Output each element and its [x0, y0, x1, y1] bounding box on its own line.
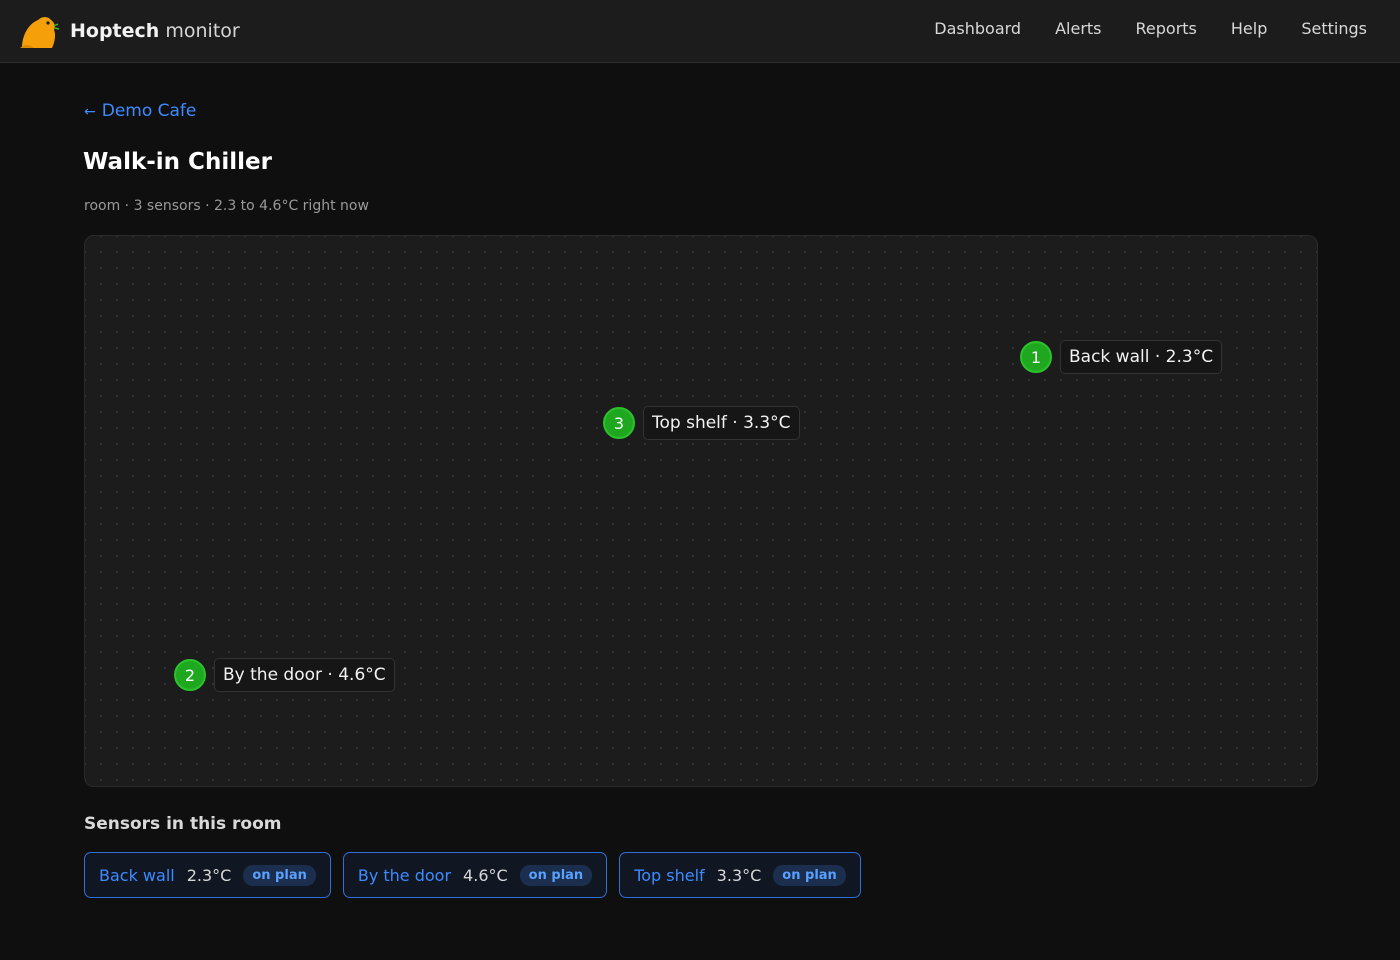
marker-label: By the door · 4.6°C	[214, 658, 395, 692]
marker-number-badge: 3	[603, 407, 635, 439]
beaver-icon	[18, 12, 60, 50]
nav-settings[interactable]: Settings	[1301, 19, 1367, 38]
page-subtitle: room · 3 sensors · 2.3 to 4.6°C right no…	[84, 198, 369, 214]
sensor-chip-by-the-door[interactable]: By the door 4.6°C on plan	[342, 852, 608, 898]
nav-help[interactable]: Help	[1231, 19, 1267, 38]
page-title: Walk-in Chiller	[83, 149, 272, 175]
nav-alerts[interactable]: Alerts	[1055, 19, 1101, 38]
marker-number-badge: 1	[1020, 341, 1052, 373]
top-bar: Hoptech monitor Dashboard Alerts Reports…	[0, 0, 1400, 63]
back-link-label: Demo Cafe	[101, 101, 197, 121]
sensor-chip-temp: 2.3°C	[186, 865, 232, 885]
sensors-section-title: Sensors in this room	[84, 814, 282, 834]
back-link-demo-cafe[interactable]: ← Demo Cafe	[84, 101, 196, 121]
main-nav: Dashboard Alerts Reports Help Settings	[900, 19, 1367, 38]
floor-plan[interactable]: 1 Back wall · 2.3°C 3 Top shelf · 3.3°C …	[84, 235, 1318, 787]
marker-number-badge: 2	[174, 659, 206, 691]
plan-marker-by-the-door[interactable]: 2 By the door · 4.6°C	[174, 658, 395, 692]
on-plan-badge: on plan	[519, 864, 593, 886]
nav-reports[interactable]: Reports	[1136, 19, 1197, 38]
sensor-chip-name: Back wall	[99, 865, 175, 885]
app-title: Hoptech monitor	[70, 20, 240, 42]
sensor-chip-temp: 3.3°C	[716, 865, 762, 885]
brand-name-bold: Hoptech	[70, 20, 160, 42]
nav-dashboard[interactable]: Dashboard	[934, 19, 1021, 38]
brand[interactable]: Hoptech monitor	[18, 12, 240, 50]
sensor-chip-back-wall[interactable]: Back wall 2.3°C on plan	[84, 852, 331, 898]
marker-label: Top shelf · 3.3°C	[643, 406, 800, 440]
arrow-left-icon: ←	[84, 104, 96, 120]
on-plan-badge: on plan	[243, 864, 316, 886]
plan-marker-top-shelf[interactable]: 3 Top shelf · 3.3°C	[603, 406, 800, 440]
brand-name-light: monitor	[165, 20, 240, 42]
plan-marker-back-wall[interactable]: 1 Back wall · 2.3°C	[1020, 340, 1223, 374]
on-plan-badge: on plan	[773, 864, 846, 886]
sensor-chip-list: Back wall 2.3°C on plan By the door 4.6°…	[84, 852, 873, 898]
sensor-chip-name: By the door	[357, 865, 452, 885]
sensor-chip-name: Top shelf	[634, 865, 705, 885]
sensor-chip-top-shelf[interactable]: Top shelf 3.3°C on plan	[619, 852, 861, 898]
sensor-chip-temp: 4.6°C	[463, 865, 508, 885]
marker-label: Back wall · 2.3°C	[1060, 340, 1223, 374]
